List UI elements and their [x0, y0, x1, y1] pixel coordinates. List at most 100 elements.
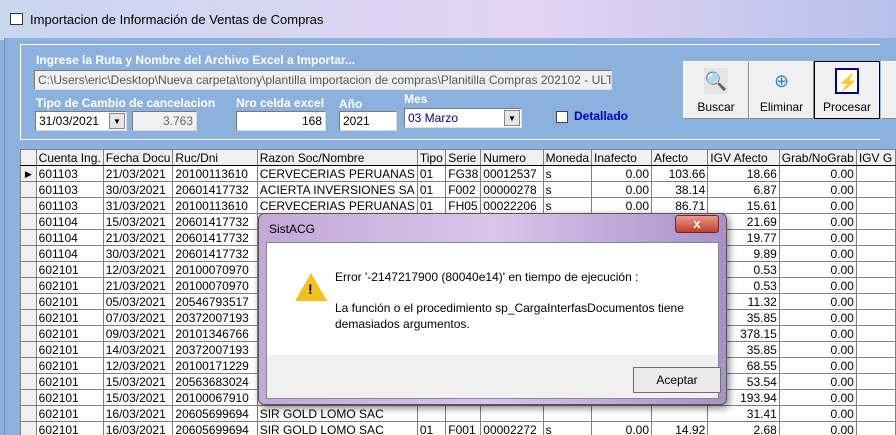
table-cell[interactable]: 20601417732 [172, 229, 258, 246]
table-cell[interactable]: 38.14 [650, 181, 709, 198]
column-header[interactable]: Ruc/Dni [172, 149, 258, 166]
table-cell[interactable]: 20100070970 [172, 277, 258, 294]
table-cell[interactable]: 00002272 [480, 421, 544, 435]
table-cell[interactable]: CERVECERIAS PERUANAS [256, 197, 418, 214]
table-cell[interactable]: 18.66 [707, 165, 780, 182]
column-header[interactable]: Serie [445, 149, 482, 166]
dropdown-arrow-icon[interactable]: ▼ [504, 110, 520, 126]
extra-button[interactable] [881, 61, 896, 119]
table-cell[interactable]: 0.00 [778, 325, 857, 342]
table-cell[interactable]: 15.61 [707, 197, 780, 214]
table-cell[interactable]: s [542, 181, 593, 198]
current-row-indicator-icon[interactable]: ▶ [20, 165, 37, 182]
table-cell[interactable]: F002 [445, 181, 482, 198]
tc-date-picker[interactable]: 31/03/2021 ▼ [35, 111, 127, 131]
table-cell[interactable]: 602101 [35, 293, 104, 310]
table-cell[interactable]: CERVECERIAS PERUANAS [256, 165, 418, 182]
table-cell[interactable]: 0.00 [591, 197, 652, 214]
table-cell[interactable]: 20372007193 [172, 341, 258, 358]
table-cell[interactable]: 6.87 [707, 181, 780, 198]
table-cell[interactable]: 16/03/2021 [102, 405, 174, 422]
column-header[interactable]: Inafecto [591, 149, 652, 166]
table-cell[interactable]: 01 [416, 421, 447, 435]
table-cell[interactable]: 0.00 [778, 181, 857, 198]
table-cell[interactable]: 602101 [35, 373, 104, 390]
table-cell[interactable] [855, 213, 896, 230]
table-cell[interactable]: 30/03/2021 [102, 245, 174, 262]
column-header[interactable]: IGV G [855, 149, 896, 166]
procesar-button[interactable]: ⚡ Procesar [814, 61, 880, 119]
column-header[interactable]: Numero [480, 149, 544, 166]
row-header[interactable] [20, 261, 37, 278]
table-cell[interactable]: 602101 [35, 405, 104, 422]
eliminar-button[interactable]: ⊕ Eliminar [749, 61, 814, 119]
table-cell[interactable]: 0.00 [778, 277, 857, 294]
table-cell[interactable]: 602101 [35, 261, 104, 278]
dropdown-arrow-icon[interactable]: ▼ [109, 113, 125, 129]
table-row[interactable]: 601103 30/03/2021 20601417732 ACIERTA INVER… [20, 181, 896, 198]
anio-input[interactable]: 2021 [339, 111, 397, 131]
row-header[interactable] [20, 357, 37, 374]
table-row[interactable]: 601103 31/03/2021 20100113610 CERVECERIAS P… [20, 197, 896, 214]
table-cell[interactable] [416, 405, 447, 422]
tc-value[interactable]: 3.763 [132, 111, 197, 131]
table-cell[interactable]: 601103 [35, 197, 104, 214]
row-header[interactable] [20, 213, 37, 230]
table-cell[interactable] [855, 197, 896, 214]
row-header[interactable] [20, 325, 37, 342]
table-cell[interactable]: 20100070970 [172, 261, 258, 278]
table-cell[interactable] [855, 293, 896, 310]
table-cell[interactable]: SIR GOLD LOMO SAC [256, 421, 418, 435]
table-cell[interactable] [855, 341, 896, 358]
table-cell[interactable]: 21/03/2021 [102, 229, 174, 246]
row-header[interactable] [20, 373, 37, 390]
table-cell[interactable]: 0.00 [778, 293, 857, 310]
column-header[interactable]: Grab/NoGrab [778, 149, 857, 166]
table-cell[interactable]: 601104 [35, 229, 104, 246]
table-cell[interactable]: 0.00 [591, 421, 652, 435]
table-cell[interactable]: 12/03/2021 [102, 357, 174, 374]
row-header[interactable] [20, 197, 37, 214]
detallado-checkbox[interactable] [556, 111, 568, 123]
table-cell[interactable]: s [542, 165, 593, 182]
column-header[interactable]: Cuenta Ing. [35, 149, 104, 166]
table-row[interactable]: 602101 16/03/2021 20605699694 SIR GOLD LOMO… [20, 405, 896, 422]
table-cell[interactable]: 20100113610 [172, 165, 258, 182]
table-cell[interactable]: 602101 [35, 341, 104, 358]
table-cell[interactable]: 20100067910 [172, 389, 258, 406]
table-cell[interactable]: 20101346766 [172, 325, 258, 342]
table-cell[interactable]: 20100113610 [172, 197, 258, 214]
table-cell[interactable]: 20563683024 [172, 373, 258, 390]
table-cell[interactable]: 0.00 [778, 229, 857, 246]
table-cell[interactable]: 20605699694 [172, 405, 258, 422]
table-cell[interactable]: 103.66 [650, 165, 709, 182]
table-cell[interactable]: 2.68 [707, 421, 780, 435]
table-cell[interactable] [591, 405, 652, 422]
table-cell[interactable]: 602101 [35, 325, 104, 342]
table-cell[interactable]: 601103 [35, 165, 104, 182]
table-cell[interactable]: 20601417732 [172, 245, 258, 262]
table-cell[interactable] [855, 277, 896, 294]
table-cell[interactable]: 01 [416, 181, 447, 198]
table-cell[interactable]: 16/03/2021 [102, 421, 174, 435]
table-cell[interactable]: 15/03/2021 [102, 373, 174, 390]
table-cell[interactable]: 0.00 [778, 341, 857, 358]
table-cell[interactable]: 0.00 [778, 261, 857, 278]
column-header[interactable]: IGV Afecto [707, 149, 780, 166]
table-cell[interactable]: 14/03/2021 [102, 341, 174, 358]
table-cell[interactable]: 0.00 [778, 389, 857, 406]
table-cell[interactable]: 601103 [35, 181, 104, 198]
table-cell[interactable] [855, 325, 896, 342]
table-cell[interactable] [855, 309, 896, 326]
table-cell[interactable]: 31/03/2021 [102, 197, 174, 214]
column-header[interactable]: Razon Soc/Nombre [256, 149, 418, 166]
table-cell[interactable] [855, 373, 896, 390]
table-cell[interactable]: 0.00 [591, 165, 652, 182]
path-input[interactable]: C:\Users\eric\Desktop\Nueva carpeta\tony… [34, 70, 612, 90]
table-cell[interactable]: 601104 [35, 245, 104, 262]
row-header[interactable] [20, 405, 37, 422]
table-cell[interactable]: 602101 [35, 277, 104, 294]
table-cell[interactable]: 20100171229 [172, 357, 258, 374]
table-cell[interactable]: 20601417732 [172, 213, 258, 230]
row-header[interactable] [20, 389, 37, 406]
